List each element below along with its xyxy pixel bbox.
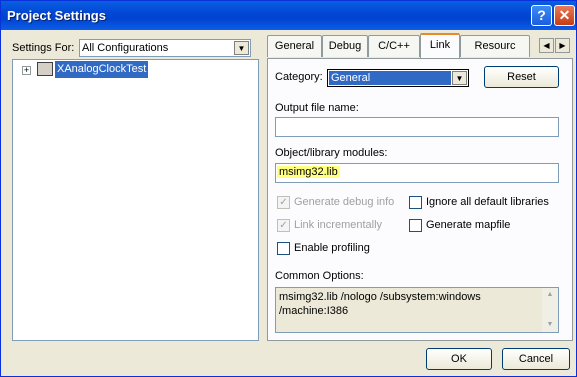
window-title: Project Settings	[7, 8, 106, 23]
settings-for-label: Settings For:	[12, 42, 75, 54]
enable-profiling-checkbox[interactable]	[277, 242, 290, 255]
ignore-default-libraries-checkbox[interactable]	[409, 196, 422, 209]
modules-label: Object/library modules:	[275, 147, 388, 159]
common-options-scrollbar[interactable]: ▲ ▼	[542, 288, 558, 332]
category-value: General	[329, 71, 451, 85]
project-tree[interactable]: + XAnalogClockTest	[12, 59, 259, 341]
link-incrementally-label: Link incrementally	[294, 219, 383, 231]
settings-for-value: All Configurations	[82, 42, 169, 54]
modules-field[interactable]: msimg32.lib	[275, 163, 559, 183]
ignore-default-libraries-label: Ignore all default libraries	[426, 196, 549, 208]
tab-debug[interactable]: Debug	[322, 35, 368, 57]
common-options-textarea[interactable]: msimg32.lib /nologo /subsystem:windows /…	[275, 287, 559, 333]
title-bar[interactable]: Project Settings ? ✕	[1, 1, 576, 30]
tree-expander[interactable]: +	[22, 66, 31, 75]
reset-button[interactable]: Reset	[484, 66, 559, 88]
link-incrementally-checkbox[interactable]: ✓	[277, 219, 290, 232]
tab-link[interactable]: Link	[420, 33, 460, 58]
help-button[interactable]: ?	[531, 5, 552, 26]
generate-debug-info-label: Generate debug info	[294, 196, 395, 208]
category-label: Category:	[275, 71, 323, 83]
tree-item-xanalogclocktest[interactable]: XAnalogClockTest	[55, 61, 149, 78]
output-file-field[interactable]	[275, 117, 559, 137]
settings-for-combo[interactable]: All Configurations ▼	[79, 39, 251, 57]
category-combo[interactable]: General ▼	[327, 69, 469, 87]
close-button[interactable]: ✕	[554, 5, 575, 26]
common-options-label: Common Options:	[275, 270, 364, 282]
chevron-down-icon[interactable]: ▼	[234, 41, 249, 55]
generate-mapfile-label: Generate mapfile	[426, 219, 511, 231]
scroll-down-icon[interactable]: ▼	[542, 318, 558, 332]
tab-general[interactable]: General	[267, 35, 322, 57]
tab-scroll-right-icon[interactable]: ▶	[555, 38, 570, 53]
common-options-line-2: /machine:I386	[279, 305, 349, 317]
cancel-button[interactable]: Cancel	[502, 348, 570, 370]
generate-mapfile-checkbox[interactable]	[409, 219, 422, 232]
generate-debug-info-checkbox[interactable]: ✓	[277, 196, 290, 209]
tab-scroll-left-icon[interactable]: ◀	[539, 38, 554, 53]
chevron-down-icon[interactable]: ▼	[452, 71, 467, 85]
tab-resources[interactable]: Resourc	[460, 35, 530, 57]
ok-button[interactable]: OK	[426, 348, 492, 370]
scroll-up-icon[interactable]: ▲	[542, 288, 558, 302]
modules-value: msimg32.lib	[277, 166, 340, 178]
common-options-line-1: msimg32.lib /nologo /subsystem:windows	[279, 291, 481, 303]
project-icon	[37, 62, 53, 76]
tab-c-cpp[interactable]: C/C++	[368, 35, 420, 57]
project-settings-dialog: Project Settings ? ✕ Settings For: All C…	[0, 0, 577, 377]
output-file-label: Output file name:	[275, 102, 359, 114]
enable-profiling-label: Enable profiling	[294, 242, 370, 254]
